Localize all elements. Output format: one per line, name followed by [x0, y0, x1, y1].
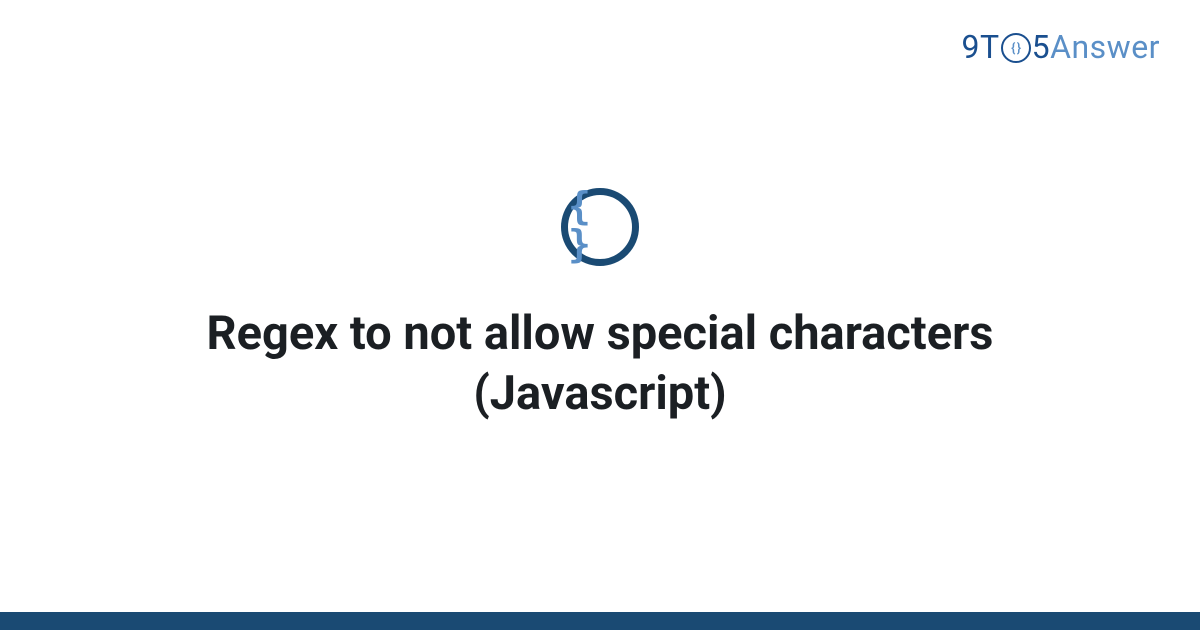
- braces-icon: { }: [568, 187, 632, 263]
- category-badge: { }: [561, 188, 639, 266]
- page-title: Regex to not allow special characters (J…: [150, 304, 1050, 424]
- footer-bar: [0, 612, 1200, 630]
- main-content: { } Regex to not allow special character…: [0, 0, 1200, 612]
